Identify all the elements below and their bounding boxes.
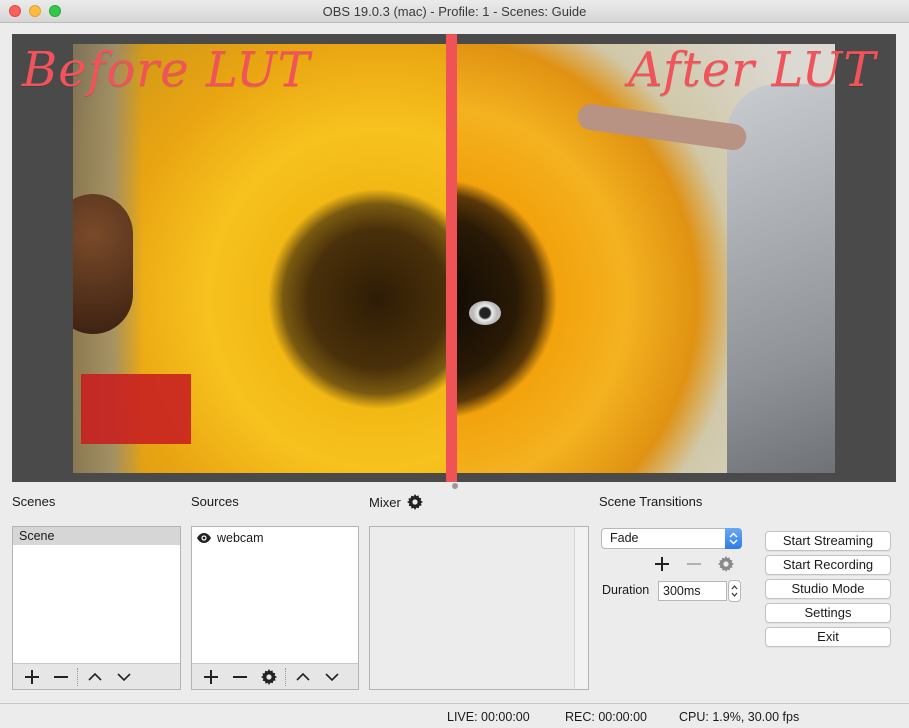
toolbar-separator <box>77 667 78 686</box>
preview-canvas[interactable]: Before LUT After LUT <box>12 34 896 482</box>
source-properties-gear-icon[interactable] <box>254 665 283 689</box>
transition-select-value: Fade <box>610 531 639 545</box>
mixer-title: Mixer <box>369 494 401 510</box>
exit-button[interactable]: Exit <box>765 627 891 647</box>
window-title: OBS 19.0.3 (mac) - Profile: 1 - Scenes: … <box>322 4 587 19</box>
audio-mixer-panel <box>369 526 589 690</box>
duration-input[interactable]: 300ms <box>658 581 727 601</box>
move-scene-down-chevron-down-icon[interactable] <box>109 665 138 689</box>
comparison-divider <box>446 34 457 482</box>
move-source-up-chevron-up-icon[interactable] <box>288 665 317 689</box>
scenes-toolbar <box>13 663 180 689</box>
after-lut-image <box>447 44 835 473</box>
source-label: webcam <box>217 531 264 545</box>
move-source-down-chevron-down-icon[interactable] <box>317 665 346 689</box>
transition-properties-gear-icon[interactable] <box>710 553 742 575</box>
remove-transition-minus-icon[interactable] <box>678 553 710 575</box>
studio-mode-button[interactable]: Studio Mode <box>765 579 891 599</box>
sources-list[interactable]: webcam <box>191 526 359 690</box>
select-arrows-icon <box>725 528 742 549</box>
settings-button[interactable]: Settings <box>765 603 891 623</box>
before-lut-image <box>73 44 447 473</box>
transition-select[interactable]: Fade <box>601 528 742 549</box>
live-timer: LIVE: 00:00:00 <box>447 710 530 724</box>
scene-item[interactable]: Scene <box>13 527 180 545</box>
cpu-stats: CPU: 1.9%, 30.00 fps <box>679 710 800 724</box>
mixer-gear-icon[interactable] <box>406 494 423 510</box>
sources-toolbar <box>192 663 358 689</box>
scene-transitions-title: Scene Transitions <box>599 494 703 509</box>
remove-source-minus-icon[interactable] <box>225 665 254 689</box>
move-scene-up-chevron-up-icon[interactable] <box>80 665 109 689</box>
mixer-header: Mixer <box>369 494 423 510</box>
toolbar-separator <box>285 667 286 686</box>
duration-label: Duration <box>602 583 650 597</box>
status-bar: LIVE: 00:00:00 REC: 00:00:00 CPU: 1.9%, … <box>0 703 909 728</box>
add-scene-plus-icon[interactable] <box>17 665 46 689</box>
rec-timer: REC: 00:00:00 <box>565 710 647 724</box>
mixer-scrollbar[interactable] <box>574 527 588 689</box>
preview-resize-handle[interactable] <box>452 483 458 489</box>
add-source-plus-icon[interactable] <box>196 665 225 689</box>
source-item[interactable]: webcam <box>192 527 358 549</box>
scenes-title: Scenes <box>12 494 56 509</box>
start-recording-button[interactable]: Start Recording <box>765 555 891 575</box>
after-lut-label: After LUT <box>628 42 877 98</box>
before-lut-label: Before LUT <box>22 42 311 98</box>
scenes-list[interactable]: Scene <box>12 526 181 690</box>
remove-scene-minus-icon[interactable] <box>46 665 75 689</box>
start-streaming-button[interactable]: Start Streaming <box>765 531 891 551</box>
duration-stepper[interactable] <box>728 580 741 602</box>
transition-toolbar <box>646 553 742 575</box>
title-bar: OBS 19.0.3 (mac) - Profile: 1 - Scenes: … <box>0 0 909 23</box>
sources-title: Sources <box>191 494 239 509</box>
add-transition-plus-icon[interactable] <box>646 553 678 575</box>
visibility-eye-icon[interactable] <box>196 530 212 546</box>
